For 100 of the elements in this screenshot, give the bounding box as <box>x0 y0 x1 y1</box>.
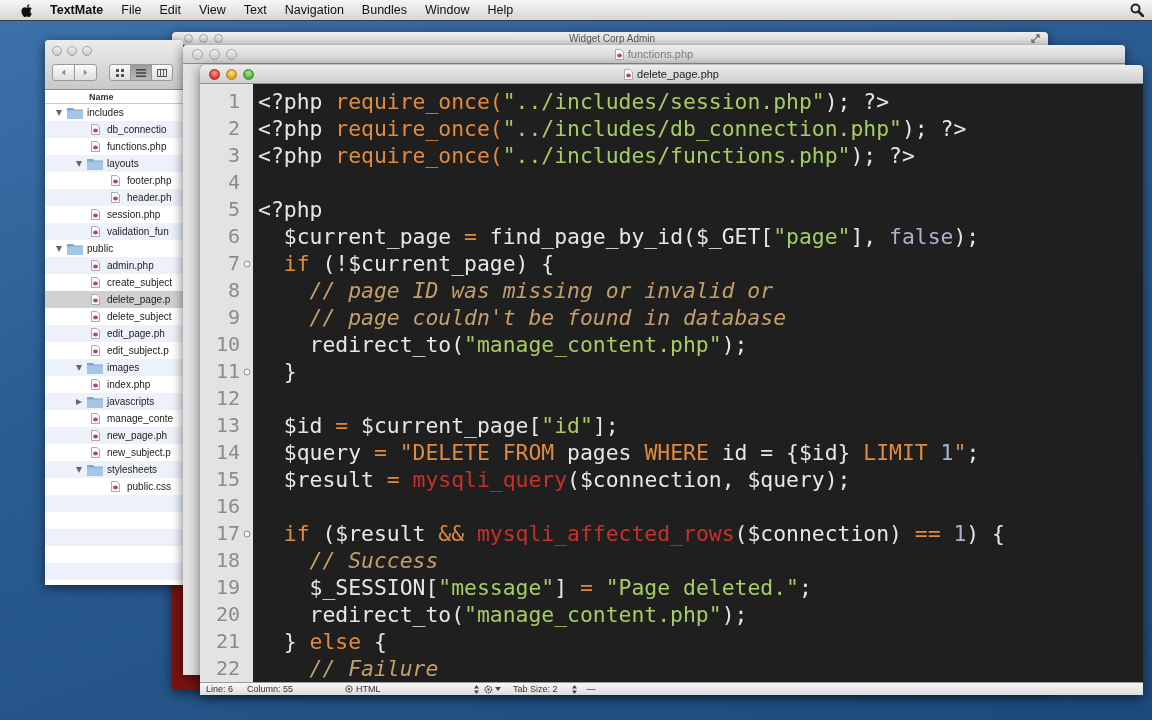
line-number: 10 <box>215 331 240 358</box>
line-number: 7 <box>227 250 240 277</box>
code-line: $id = $current_page["id"]; <box>282 412 619 439</box>
columns-icon <box>157 68 167 77</box>
file-name: includes <box>87 107 124 118</box>
zoom-button[interactable] <box>214 34 223 43</box>
minimize-button[interactable] <box>199 34 208 43</box>
php-file-icon <box>90 345 100 356</box>
up-down-arrows-icon <box>571 684 577 694</box>
php-file-icon <box>90 447 100 458</box>
file-name: header.ph <box>127 192 172 203</box>
file-name: images <box>107 362 140 373</box>
fold-marker-icon[interactable] <box>242 259 251 268</box>
file-row[interactable]: delete_page.p <box>45 291 183 308</box>
tab-size-popup[interactable]: Tab Size: 2 <box>513 683 577 695</box>
search-icon[interactable] <box>1130 3 1144 17</box>
zoom-button[interactable] <box>243 68 254 80</box>
minimize-button[interactable] <box>226 68 237 80</box>
line-number: 6 <box>227 223 240 250</box>
language-popup[interactable]: HTML <box>345 683 480 695</box>
file-name: db_connectio <box>107 124 167 135</box>
file-name: validation_fun <box>107 226 169 237</box>
line-number: 3 <box>227 142 240 169</box>
file-name: new_subject.p <box>107 447 171 458</box>
php-file-icon <box>110 192 120 203</box>
code-line: $_SESSION["message"] = "Page deleted."; <box>308 574 812 601</box>
code-line: if ($result && mysqli_affected_rows($connection) == 1) { <box>282 520 1005 547</box>
menu-item[interactable]: Edit <box>150 3 190 17</box>
list-view-button[interactable] <box>130 64 152 81</box>
menu-item[interactable]: TextMate <box>41 3 113 17</box>
line-number: 1 <box>227 88 240 115</box>
file-name: manage_conte <box>107 413 174 424</box>
menu-item[interactable]: Bundles <box>352 3 417 17</box>
file-name: delete_subject <box>107 311 172 322</box>
chevron-right-icon <box>83 69 88 76</box>
zoom-button[interactable] <box>226 48 237 60</box>
folder-icon <box>87 157 103 170</box>
column-header[interactable]: Name <box>89 91 114 102</box>
list-icon <box>136 68 146 77</box>
resize-icon[interactable] <box>1031 34 1040 43</box>
menu-item[interactable]: Text <box>234 3 276 17</box>
zoom-button[interactable] <box>82 46 92 56</box>
file-name: session.php <box>107 209 161 220</box>
file-name: stylesheets <box>107 464 158 475</box>
chevron-left-icon <box>61 69 66 76</box>
minimize-button[interactable] <box>67 46 77 56</box>
php-file-icon <box>110 481 120 492</box>
code-line: redirect_to("manage_content.php"); <box>308 601 748 628</box>
file-name: public.css <box>127 481 171 492</box>
code-line: // page ID was missing or invalid or <box>308 277 774 304</box>
php-file-icon <box>90 260 100 271</box>
line-number: 9 <box>227 304 240 331</box>
menu-item[interactable]: Help <box>478 3 523 17</box>
php-file-icon <box>90 430 100 441</box>
line-number: 8 <box>227 277 240 304</box>
fold-marker-icon[interactable] <box>242 529 251 538</box>
column-indicator: Column: 55 <box>247 684 294 694</box>
icons-view-button[interactable] <box>109 64 131 81</box>
minimize-button[interactable] <box>209 48 220 60</box>
menu-item[interactable]: Window <box>416 3 479 17</box>
line-number: 21 <box>215 628 240 655</box>
code-line: $query = "DELETE FROM pages WHERE id = {$id} LIMIT 1"; <box>282 439 980 466</box>
code-line: <?php <box>258 196 323 223</box>
php-file-icon <box>90 328 100 339</box>
line-indicator: Line: 6 <box>206 684 234 694</box>
code-line: <?php require_once("../includes/db_connection.php"); ?> <box>258 115 967 142</box>
file-name: delete_page.p <box>107 294 171 305</box>
columns-view-button[interactable] <box>151 64 173 81</box>
menu-item[interactable]: View <box>189 3 235 17</box>
php-file-icon <box>90 226 100 237</box>
menu-item[interactable]: Navigation <box>275 3 353 17</box>
code-line: <?php require_once("../includes/session.php"); ?> <box>258 88 890 115</box>
php-file-icon <box>90 141 100 152</box>
file-name: layouts <box>107 158 139 169</box>
fold-marker-icon[interactable] <box>242 367 251 376</box>
php-file-icon <box>90 124 100 135</box>
code-line: } else { <box>282 628 387 655</box>
close-button[interactable] <box>209 68 220 80</box>
file-name: edit_page.ph <box>107 328 165 339</box>
forward-button[interactable] <box>74 64 97 81</box>
php-file-icon <box>614 48 624 60</box>
apple-logo-icon[interactable] <box>20 2 33 18</box>
code-line: } <box>282 358 297 385</box>
php-file-icon <box>90 413 100 424</box>
window-title: delete_page.php <box>637 68 719 80</box>
bundle-menu-button[interactable] <box>484 683 502 695</box>
menu-item[interactable]: File <box>112 3 151 17</box>
line-number: 12 <box>215 385 240 412</box>
line-number: 4 <box>227 169 240 196</box>
line-number: 16 <box>215 493 240 520</box>
file-name: functions.php <box>107 141 167 152</box>
symbol-popup[interactable]: — <box>586 683 596 695</box>
window-title: functions.php <box>627 48 694 60</box>
back-button[interactable] <box>52 64 75 81</box>
code-line: // Failure <box>308 655 439 682</box>
line-number: 11 <box>215 358 240 385</box>
line-number: 15 <box>215 466 240 493</box>
file-name: edit_subject.p <box>107 345 169 356</box>
window-title: Widget Corp Admin <box>568 33 656 44</box>
file-name: footer.php <box>127 175 172 186</box>
